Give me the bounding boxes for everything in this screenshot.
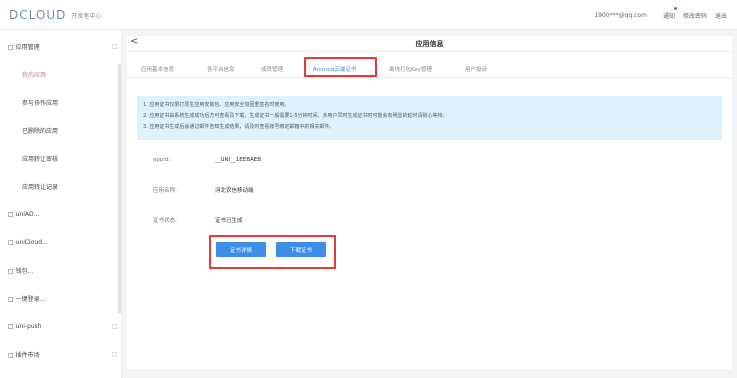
- certificate-detail-button[interactable]: 证书详情: [216, 242, 266, 257]
- group-box-icon: □: [8, 267, 14, 275]
- tab-members[interactable]: 成员管理: [261, 65, 283, 73]
- logo-mark: DCLOUD: [9, 8, 67, 22]
- sidebar-item-label: 插件市场: [15, 351, 40, 359]
- appid-label: appid:: [153, 157, 171, 163]
- header-user-links: 1900***@qq.com 通知 修改密码 退出: [586, 7, 727, 20]
- collapse-icon: □: [112, 322, 118, 330]
- logout-link[interactable]: 退出: [715, 11, 727, 20]
- app-name-value: 河北农信移动端: [215, 188, 254, 194]
- group-box-icon: □: [8, 210, 14, 218]
- download-certificate-button[interactable]: 下载证书: [276, 242, 326, 257]
- sidebar-item-label: 一键登录...: [15, 295, 46, 303]
- sidebar-item-app-management[interactable]: □ 应用管理 □: [0, 32, 122, 60]
- group-box-icon: □: [8, 295, 14, 303]
- sidebar-item-transfer-records[interactable]: 应用转让记录: [0, 172, 122, 200]
- sidebar-item-label: 参与协作应用: [22, 99, 59, 107]
- top-header: DCLOUD 开发者中心 1900***@qq.com 通知 修改密码 退出: [0, 0, 737, 30]
- notice-line: 2. 应用证书由系统生成成功后方可查看及下载，生成证书一般需要1-5分钟时间，多…: [143, 113, 448, 119]
- sidebar: □ 应用管理 □ 我的应用 参与协作应用 已删除的应用 应用转让审核 应用转让记…: [0, 30, 122, 378]
- group-box-icon: □: [8, 351, 14, 359]
- notification-link[interactable]: 通知: [655, 7, 677, 20]
- notification-dot-icon: [673, 7, 677, 10]
- change-password-link[interactable]: 修改密码: [683, 11, 707, 20]
- certificate-notice: 1. 应用证书仅限打原生应用安装包、应用安全加固重签名时使用。 2. 应用证书由…: [137, 96, 722, 140]
- sidebar-item-label: 应用转让记录: [22, 183, 59, 191]
- tab-highlight-box: [304, 57, 377, 77]
- sidebar-item-label: 钱包...: [15, 267, 34, 275]
- sidebar-item-deleted-apps[interactable]: 已删除的应用: [0, 116, 122, 144]
- sidebar-item-uni-push[interactable]: □ uni-push □: [0, 312, 122, 340]
- sidebar-item-label: uniAD...: [15, 210, 40, 218]
- collapse-icon: □: [112, 350, 118, 358]
- tab-user-complaints[interactable]: 用户投诉: [465, 65, 487, 73]
- page-title: 应用信息: [415, 40, 444, 48]
- user-email[interactable]: 1900***@qq.com: [594, 12, 647, 19]
- notice-line: 1. 应用证书仅限打原生应用安装包、应用安全加固重签名时使用。: [143, 102, 290, 108]
- app-info-panel: < 应用信息 应用基本信息 各平台信息 成员管理 Android云端证书 离线打…: [127, 36, 732, 369]
- sidebar-item-collab-apps[interactable]: 参与协作应用: [0, 88, 122, 116]
- dcloud-logo[interactable]: DCLOUD 开发者中心: [9, 8, 101, 22]
- sidebar-item-label: 已删除的应用: [22, 127, 59, 135]
- sidebar-item-label: 应用管理: [15, 43, 40, 51]
- sidebar-item-one-click-login[interactable]: □ 一键登录...: [0, 284, 122, 312]
- collapse-icon: □: [112, 42, 118, 50]
- sidebar-item-unicloud[interactable]: □ uniCloud...: [0, 228, 122, 256]
- group-box-icon: □: [8, 43, 14, 51]
- sidebar-item-my-apps[interactable]: 我的应用: [0, 60, 122, 88]
- group-box-icon: □: [8, 322, 14, 330]
- cert-status-label: 证书状态:: [153, 218, 177, 224]
- panel-header: < 应用信息: [127, 36, 732, 52]
- notice-line: 3. 应用证书生成后会通过邮件告知生成结果，请及时查看账号绑定邮箱中的相关邮件。: [143, 124, 335, 130]
- sidebar-item-wallet[interactable]: □ 钱包...: [0, 256, 122, 284]
- notification-label: 通知: [662, 13, 675, 20]
- tab-platform-info[interactable]: 各平台信息: [207, 65, 235, 73]
- tab-bar: 应用基本信息 各平台信息 成员管理 Android云端证书 离线打包Key管理 …: [127, 58, 732, 78]
- sidebar-item-plugin-market[interactable]: □ 插件市场 □: [0, 340, 122, 368]
- sidebar-item-label: 我的应用: [22, 71, 47, 79]
- tab-basic-info[interactable]: 应用基本信息: [141, 65, 174, 73]
- tab-offline-key[interactable]: 离线打包Key管理: [389, 65, 432, 73]
- app-name-label: 应用名称:: [153, 188, 177, 194]
- sidebar-scrollbar[interactable]: [118, 64, 121, 314]
- sidebar-item-label: uni-push: [15, 322, 42, 330]
- logo-subtitle: 开发者中心: [71, 12, 102, 20]
- cert-status-value: 证书已生成: [215, 218, 243, 224]
- sidebar-item-label: 应用转让审核: [22, 155, 59, 163]
- appid-value: __UNI__1EEBAEB: [215, 157, 261, 163]
- sidebar-item-uniad[interactable]: □ uniAD...: [0, 200, 122, 228]
- sidebar-item-transfer-review[interactable]: 应用转让审核: [0, 144, 122, 172]
- sidebar-item-label: uniCloud...: [15, 238, 48, 246]
- group-box-icon: □: [8, 238, 14, 246]
